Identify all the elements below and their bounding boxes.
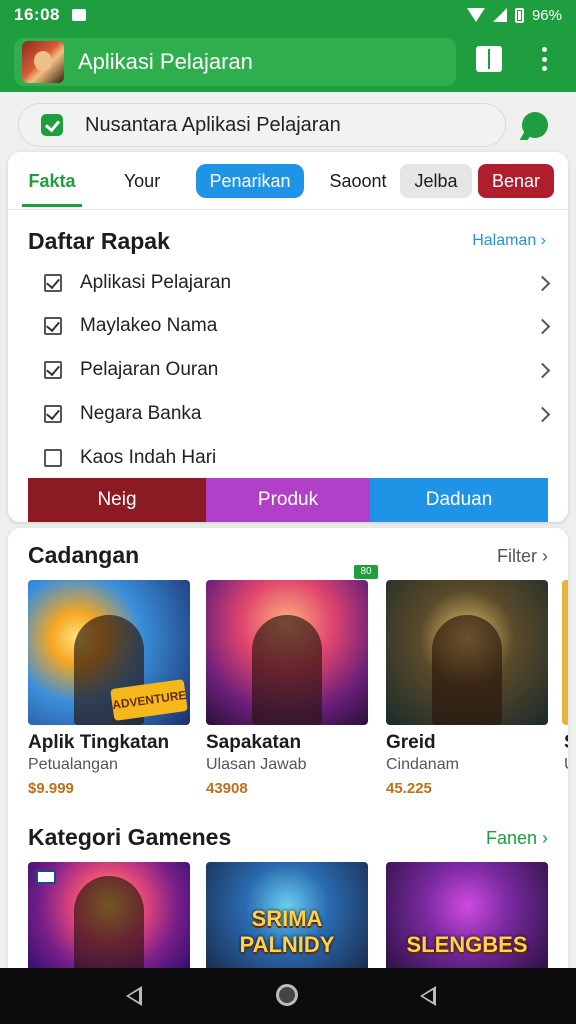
book-icon[interactable] [476,46,502,72]
checkbox[interactable] [44,361,62,379]
list-item[interactable]: Aplikasi Pelajaran [44,263,554,303]
section-link[interactable]: Halaman › [472,232,546,250]
game-price: 45.225 [386,780,432,797]
category-thumbnail[interactable] [28,862,190,968]
list-item[interactable]: Kaos Indah Hari [44,438,554,478]
signal-icon [492,8,507,22]
game-badge: 80 [354,565,378,579]
section-title: Daftar Rapak [28,228,170,254]
app-title-pill[interactable]: Aplikasi Pelajaran [14,38,456,86]
chevron-right-icon [534,275,551,291]
category-thumbnail[interactable]: SRIMA PALNIDY [206,862,368,968]
app-title: Aplikasi Pelajaran [78,49,253,74]
list-item-label: Kaos Indah Hari [80,447,217,468]
chevron-right-icon [534,318,551,334]
tab-bar: Fakta Your Penarikan Saoont Jelba Benar [8,152,568,210]
segment-daduan[interactable]: Daduan [370,478,548,522]
recents-icon[interactable] [420,986,436,1006]
segmented-control: Neig Produk Daduan [28,478,548,522]
game-title[interactable]: Aplik Tingkatan [28,732,169,754]
segment-neig[interactable]: Neig [28,478,206,522]
game-subtitle: U [564,756,568,774]
tab-indicator [22,204,82,207]
game-character-art [432,615,502,725]
game-title[interactable]: S [564,732,568,754]
checkbox[interactable] [44,274,62,292]
status-icons: 96% [466,6,562,24]
category-logo-text: SRIMA PALNIDY [239,906,335,957]
wifi-icon [466,8,485,22]
game-subtitle: Cindanam [386,756,459,773]
games-card: Cadangan Filter › 80 ADVENTURE Aplik Tin… [8,528,568,968]
checkbox[interactable] [44,449,62,467]
checkbox[interactable] [44,405,62,423]
game-thumbnail[interactable] [206,580,368,725]
game-thumbnail[interactable] [562,580,568,725]
tab-your[interactable]: Your [110,164,174,198]
status-time: 16:08 [14,5,60,24]
home-icon[interactable] [276,984,298,1006]
list-item-label: Negara Banka [80,403,202,424]
list-item-label: Pelajaran Ouran [80,359,219,380]
game-subtitle: Petualangan [28,756,118,773]
game-title[interactable]: Greid [386,732,436,754]
game-thumbnail[interactable] [386,580,548,725]
tabs-card: Fakta Your Penarikan Saoont Jelba Benar … [8,152,568,522]
category-logo-text: SLENGBES [406,932,528,957]
notification-icon [71,9,86,21]
games-section-title: Cadangan [28,542,140,568]
list-item[interactable]: Pelajaran Ouran [44,350,554,390]
list-item[interactable]: Maylakeo Nama [44,306,554,346]
game-price: $9.999 [28,780,74,797]
list-item-label: Aplikasi Pelajaran [80,272,232,293]
segment-produk[interactable]: Produk [206,478,370,522]
game-thumbnail[interactable]: ADVENTURE [28,580,190,725]
badge-icon [36,870,56,884]
battery-icon [514,7,524,23]
status-bar: 16:08 96% [0,0,576,30]
tab-fakta[interactable]: Fakta [22,164,82,198]
chevron-right-icon [534,362,551,378]
chevron-right-icon [534,406,551,422]
search-bar[interactable]: Nusantara Aplikasi Pelajaran [18,103,506,147]
avatar[interactable] [22,41,64,83]
app-bar: Aplikasi Pelajaran [0,30,576,92]
tab-benar[interactable]: Benar [478,164,554,198]
category-link[interactable]: Fanen › [486,828,548,849]
game-price: 43908 [206,780,248,797]
chat-icon[interactable] [522,112,548,138]
list-item[interactable]: Negara Banka [44,394,554,434]
list-item-label: Maylakeo Nama [80,315,218,336]
game-character-art [74,876,144,968]
system-nav-bar [0,968,576,1024]
more-options-icon[interactable] [534,44,554,74]
checkbox[interactable] [44,317,62,335]
tab-jelba[interactable]: Jelba [400,164,472,198]
check-shield-icon [41,114,63,136]
battery-percent: 96% [531,6,562,24]
category-thumbnail[interactable]: SLENGBES [386,862,548,968]
search-input[interactable]: Nusantara Aplikasi Pelajaran [85,114,341,137]
tab-saoont[interactable]: Saoont [326,164,390,198]
game-subtitle: Ulasan Jawab [206,756,307,773]
filter-link[interactable]: Filter › [497,546,548,567]
game-character-art [252,615,322,725]
back-icon[interactable] [126,986,142,1006]
game-title[interactable]: Sapakatan [206,732,301,754]
tab-penarikan[interactable]: Penarikan [196,164,304,198]
category-section-title: Kategori Gamenes [28,824,232,850]
